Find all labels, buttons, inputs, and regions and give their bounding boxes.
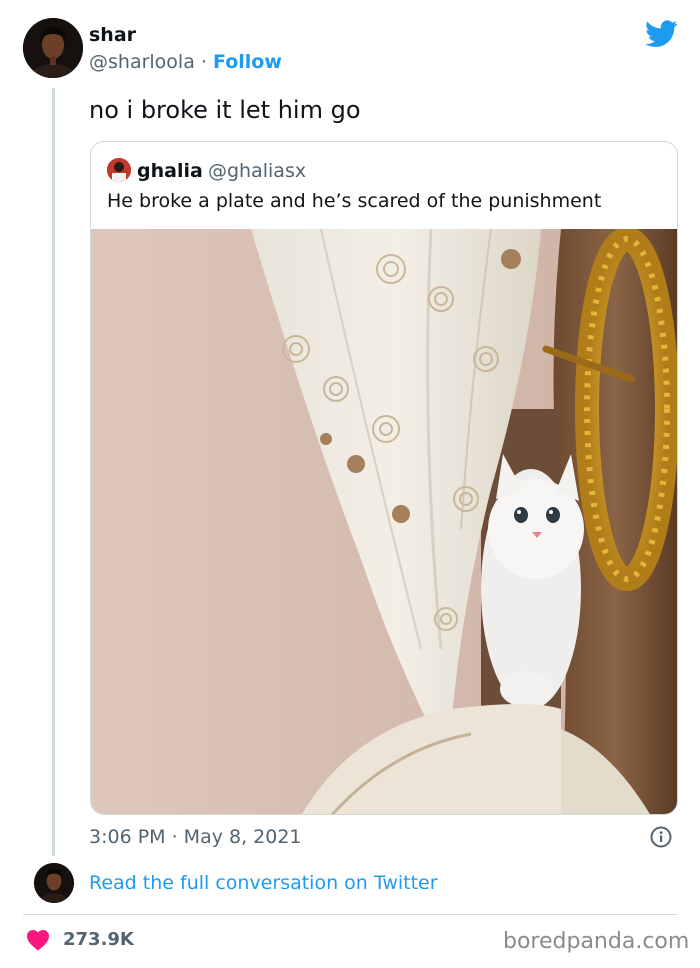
like-count: 273.9K [63,929,134,950]
info-icon[interactable] [650,826,672,848]
tweet-card: shar @sharloola · Follow no i broke it l… [0,0,700,968]
twitter-bird-icon[interactable] [645,20,678,48]
author-handle[interactable]: @sharloola [89,51,195,73]
tweet-timestamp[interactable]: 3:06 PM · May 8, 2021 [89,826,302,848]
quoted-tweet[interactable]: ghalia @ghaliasx He broke a plate and he… [90,141,678,815]
footer-divider [23,914,677,915]
kitten-photo[interactable] [91,227,677,814]
quoted-author-avatar[interactable] [107,158,131,182]
author-name[interactable]: shar [89,24,136,46]
follow-button[interactable]: Follow [213,51,282,73]
meta-separator: · [194,51,213,73]
tweet-text: no i broke it let him go [89,96,361,124]
read-conversation-link[interactable]: Read the full conversation on Twitter [89,872,438,894]
author-avatar-small[interactable] [34,863,74,903]
watermark-text: boredpanda.com [503,929,690,954]
thread-line [52,88,55,856]
quoted-author-handle[interactable]: @ghaliasx [208,160,306,182]
quoted-author-name[interactable]: ghalia [137,160,203,182]
author-avatar[interactable] [23,18,83,78]
author-meta: @sharloola · Follow [89,51,282,73]
heart-icon[interactable] [26,929,50,951]
quoted-tweet-text: He broke a plate and he’s scared of the … [107,190,602,212]
